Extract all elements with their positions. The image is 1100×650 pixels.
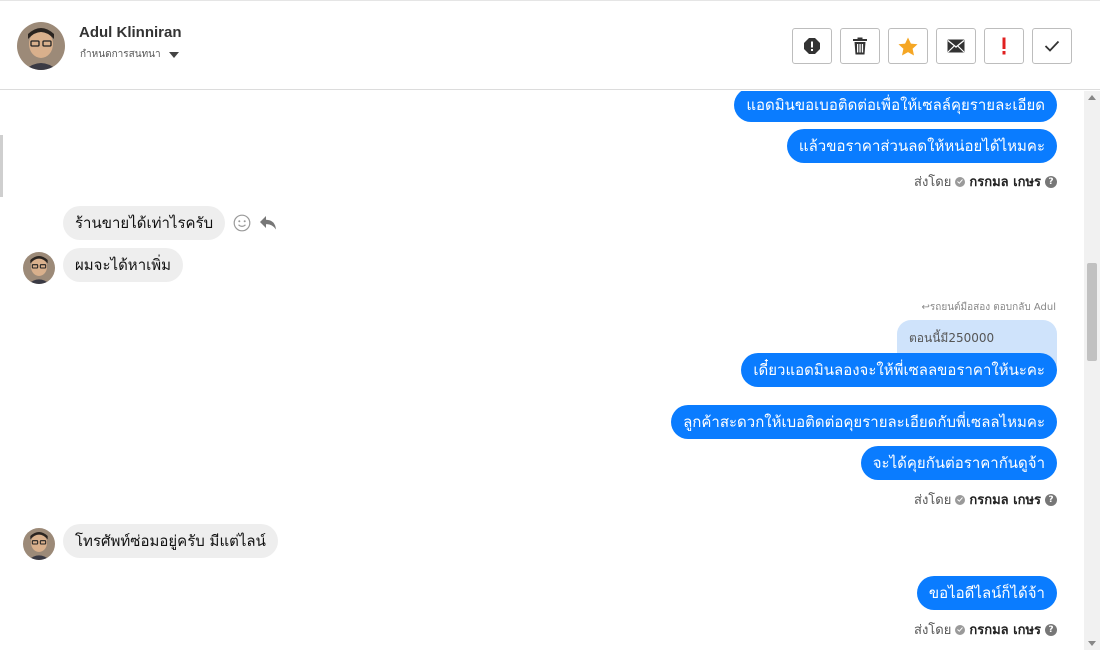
verified-check-icon <box>955 494 966 505</box>
outgoing-message: ลูกค้าสะดวกให้เบอติดต่อคุยรายละเอียดกับพ… <box>671 405 1057 439</box>
thread-scrollbar[interactable] <box>1084 91 1100 650</box>
caret-down-icon <box>168 51 179 58</box>
mark-important-button[interactable] <box>984 28 1024 64</box>
react-emoji-icon[interactable] <box>233 214 251 236</box>
sent-by-label: ส่งโดย <box>914 175 952 190</box>
help-icon[interactable]: ? <box>1045 623 1057 636</box>
sent-by-label: ส่งโดย <box>914 623 952 638</box>
conversation-settings-label: กำหนดการสนทนา <box>80 49 161 60</box>
outgoing-message: ขอไอดีไลน์ก็ได้จ้า <box>916 576 1057 610</box>
verified-check-icon <box>955 176 966 187</box>
scroll-thumb[interactable] <box>1087 263 1097 361</box>
star-icon <box>898 37 918 56</box>
check-icon <box>1044 40 1060 52</box>
reply-context-label: รถยนต์มือสอง ตอบกลับ Adul <box>929 302 1056 313</box>
delete-button[interactable] <box>840 28 880 64</box>
outgoing-message: แล้วขอราคาส่วนลดให้หน่อยได้ไหมคะ <box>786 129 1057 163</box>
conversation-settings-dropdown[interactable]: กำหนดการสนทนา <box>80 47 179 62</box>
help-icon[interactable]: ? <box>1045 175 1057 188</box>
reply-arrow-icon: ↩ <box>921 302 930 313</box>
incoming-message: ร้านขายได้เท่าไรครับ <box>63 206 226 240</box>
sent-by-label: ส่งโดย <box>914 493 952 508</box>
conversation-header: Adul Klinniran กำหนดการสนทนา <box>0 0 1100 90</box>
star-button[interactable] <box>888 28 928 64</box>
mark-done-button[interactable] <box>1032 28 1072 64</box>
mark-spam-button[interactable] <box>792 28 832 64</box>
contact-avatar-small <box>23 528 55 560</box>
incoming-message: ผมจะได้หาเพิ่ม <box>63 248 184 282</box>
scroll-up-icon[interactable] <box>1088 95 1096 100</box>
contact-name: Adul Klinniran <box>79 24 182 41</box>
exclamation-icon <box>1001 37 1007 55</box>
message-thread[interactable]: แอดมินขอเบอติดต่อเพื่อให้เซลล์คุยรายละเอ… <box>0 91 1100 650</box>
message-actions <box>233 214 277 236</box>
sent-by-info: ส่งโดย กรกมล เกษร ? <box>914 489 1057 510</box>
sender-name: กรกมล เกษร <box>969 623 1041 638</box>
reply-context: ↩รถยนต์มือสอง ตอบกลับ Adul <box>922 300 1056 315</box>
outgoing-message: เดี๋ยวแอดมินลองจะให้พี่เซลลขอราคาให้นะคะ <box>741 353 1057 387</box>
contact-avatar-small <box>23 252 55 284</box>
trash-icon <box>852 37 868 55</box>
sender-name: กรกมล เกษร <box>969 175 1041 190</box>
help-icon[interactable]: ? <box>1045 493 1057 506</box>
outgoing-message: แอดมินขอเบอติดต่อเพื่อให้เซลล์คุยรายละเอ… <box>734 91 1057 122</box>
reply-icon[interactable] <box>259 215 277 235</box>
sent-by-info: ส่งโดย กรกมล เกษร ? <box>914 171 1057 192</box>
mark-unread-button[interactable] <box>936 28 976 64</box>
incoming-message: โทรศัพท์ซ่อมอยู่ครับ มีแต่ไลน์ <box>63 524 278 558</box>
sender-name: กรกมล เกษร <box>969 493 1041 508</box>
conversation-toolbar <box>792 28 1072 64</box>
verified-check-icon <box>955 624 966 635</box>
left-edge-indicator <box>0 135 3 197</box>
spam-icon <box>803 37 821 55</box>
sent-by-info: ส่งโดย กรกมล เกษร ? <box>914 619 1057 640</box>
contact-avatar[interactable] <box>17 22 65 70</box>
scroll-down-icon[interactable] <box>1088 641 1096 646</box>
envelope-icon <box>947 39 965 53</box>
outgoing-message: จะได้คุยกันต่อราคากันดูจ้า <box>860 446 1057 480</box>
